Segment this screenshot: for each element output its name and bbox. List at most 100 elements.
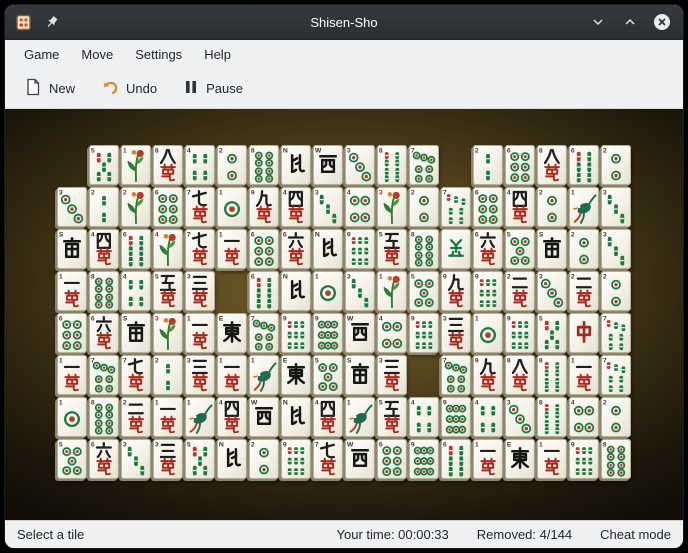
tile-b9[interactable]: 9: [345, 229, 375, 269]
tile-c1[interactable]: 1: [57, 355, 87, 395]
tile-jG[interactable]: [441, 229, 471, 269]
tile-b8[interactable]: 8: [377, 145, 407, 185]
tile-c1[interactable]: 1: [153, 397, 183, 437]
tile-d7[interactable]: 7: [441, 355, 471, 395]
tile-d1[interactable]: 1: [473, 313, 503, 353]
tile-wW[interactable]: W: [345, 313, 375, 353]
tile-c9[interactable]: 9: [473, 355, 503, 395]
tile-d2[interactable]: 2: [409, 187, 439, 227]
tile-d4[interactable]: 4: [345, 187, 375, 227]
tile-c4[interactable]: 4: [505, 187, 535, 227]
tile-wN[interactable]: N: [281, 271, 311, 311]
tile-b3[interactable]: 3: [121, 439, 151, 479]
tile-c3[interactable]: 3: [441, 313, 471, 353]
tile-d7[interactable]: 7: [409, 145, 439, 185]
tile-b9[interactable]: 9: [409, 313, 439, 353]
tile-d5[interactable]: 5: [409, 271, 439, 311]
tile-c2[interactable]: 2: [121, 397, 151, 437]
tile-d6[interactable]: 6: [153, 187, 183, 227]
tile-c5[interactable]: 5: [153, 271, 183, 311]
tile-c1[interactable]: 1: [185, 313, 215, 353]
tile-c1[interactable]: 1: [217, 229, 247, 269]
tile-d8[interactable]: 8: [601, 439, 631, 479]
tile-f2[interactable]: 2: [121, 187, 151, 227]
tile-d4[interactable]: 4: [569, 397, 599, 437]
tile-b9[interactable]: 9: [281, 439, 311, 479]
tile-d1[interactable]: 1: [57, 397, 87, 437]
tile-f3[interactable]: 3: [153, 313, 183, 353]
tile-wE[interactable]: E: [217, 313, 247, 353]
tile-b9[interactable]: 9: [505, 313, 535, 353]
tile-d3[interactable]: 3: [345, 145, 375, 185]
tile-c7[interactable]: 7: [121, 355, 151, 395]
tile-d3[interactable]: 3: [537, 271, 567, 311]
tile-c1[interactable]: 1: [217, 355, 247, 395]
tile-b4[interactable]: 4: [121, 271, 151, 311]
tile-b5[interactable]: 5: [537, 313, 567, 353]
tile-b6[interactable]: 6: [121, 229, 151, 269]
tile-d8[interactable]: 8: [89, 397, 119, 437]
tile-d2[interactable]: 2: [217, 145, 247, 185]
tile-wS[interactable]: S: [345, 355, 375, 395]
tile-c4[interactable]: 4: [89, 229, 119, 269]
new-button[interactable]: New: [15, 73, 84, 104]
tile-c7[interactable]: 7: [185, 187, 215, 227]
tile-d1[interactable]: 1: [313, 271, 343, 311]
tile-b9[interactable]: 9: [569, 439, 599, 479]
tile-b1[interactable]: 1: [185, 397, 215, 437]
tile-d1[interactable]: 1: [217, 187, 247, 227]
tile-wS[interactable]: S: [57, 229, 87, 269]
tile-d2[interactable]: 2: [537, 187, 567, 227]
tile-c1[interactable]: 1: [473, 439, 503, 479]
tile-d5[interactable]: 5: [313, 355, 343, 395]
tile-c7[interactable]: 7: [313, 439, 343, 479]
tile-d9[interactable]: 9: [313, 313, 343, 353]
menu-help[interactable]: Help: [193, 43, 242, 66]
tile-c5[interactable]: 5: [377, 397, 407, 437]
tile-c7[interactable]: 7: [185, 229, 215, 269]
tile-d7[interactable]: 7: [249, 313, 279, 353]
tile-b3[interactable]: 3: [313, 187, 343, 227]
tile-c8[interactable]: 8: [153, 145, 183, 185]
tile-b7[interactable]: 7: [601, 313, 631, 353]
menu-settings[interactable]: Settings: [124, 43, 193, 66]
close-icon[interactable]: [653, 13, 671, 31]
tile-b9[interactable]: 9: [473, 271, 503, 311]
tile-c4[interactable]: 4: [217, 397, 247, 437]
tile-b2[interactable]: 2: [89, 187, 119, 227]
tile-b3[interactable]: 3: [601, 229, 631, 269]
tile-b7[interactable]: 7: [441, 187, 471, 227]
tile-d2[interactable]: 2: [601, 397, 631, 437]
tile-b4[interactable]: 4: [409, 397, 439, 437]
tile-c1[interactable]: 1: [569, 355, 599, 395]
tile-c1[interactable]: 1: [57, 271, 87, 311]
tile-c8[interactable]: 8: [505, 355, 535, 395]
tile-wE[interactable]: E: [505, 439, 535, 479]
minimize-icon[interactable]: [589, 13, 607, 31]
undo-button[interactable]: Undo: [92, 73, 166, 104]
tile-d5[interactable]: 5: [57, 439, 87, 479]
tile-wW[interactable]: W: [345, 439, 375, 479]
tile-f1[interactable]: 1: [121, 145, 151, 185]
tile-b4[interactable]: 4: [185, 145, 215, 185]
tile-d9[interactable]: 9: [441, 397, 471, 437]
tile-c6[interactable]: 6: [89, 439, 119, 479]
tile-d3[interactable]: 3: [505, 397, 535, 437]
tile-c3[interactable]: 3: [153, 439, 183, 479]
tile-d2[interactable]: 2: [249, 439, 279, 479]
tile-c6[interactable]: 6: [89, 313, 119, 353]
maximize-icon[interactable]: [621, 13, 639, 31]
tile-c6[interactable]: 6: [473, 229, 503, 269]
tile-d6[interactable]: 6: [473, 187, 503, 227]
tile-c4[interactable]: 4: [313, 397, 343, 437]
tile-d5[interactable]: 5: [505, 229, 535, 269]
tile-b8[interactable]: 8: [537, 355, 567, 395]
tile-c5[interactable]: 5: [377, 229, 407, 269]
tile-b2[interactable]: 2: [473, 145, 503, 185]
tile-d3[interactable]: 3: [57, 187, 87, 227]
tile-c2[interactable]: 2: [569, 271, 599, 311]
tile-c9[interactable]: 9: [441, 271, 471, 311]
tile-d6[interactable]: 6: [57, 313, 87, 353]
tile-wW[interactable]: W: [313, 145, 343, 185]
tile-b5[interactable]: 5: [185, 439, 215, 479]
